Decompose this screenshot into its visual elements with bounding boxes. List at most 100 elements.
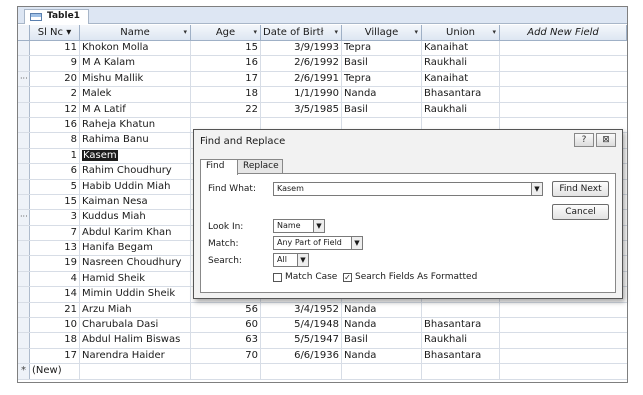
column-header-name[interactable]: Name ▾ (80, 25, 191, 40)
sl-no-cell[interactable]: 14 (30, 287, 80, 302)
sl-no-cell[interactable]: 18 (30, 333, 80, 348)
table-row[interactable]: 10 Charubala Dasi 60 5/4/1948 Nanda Bhasantar… (18, 318, 627, 334)
union-cell[interactable]: Kanaihat (422, 71, 500, 87)
match-select[interactable]: Any Part of Field ▼ (273, 236, 363, 250)
record-selector[interactable] (18, 318, 30, 333)
dob-cell[interactable]: 3/9/1993 (261, 41, 342, 56)
tab-replace[interactable]: Replace (237, 159, 283, 174)
table-row[interactable]: 17 Narendra Haider 70 6/6/1936 Nanda Bhasanta… (18, 348, 627, 365)
record-selector[interactable] (18, 256, 30, 271)
sl-no-cell[interactable]: 15 (30, 194, 80, 210)
table-row[interactable]: 9M A Kalam 16 2/6/1992 Basil Raukhali (18, 56, 627, 72)
record-selector[interactable] (18, 117, 30, 133)
name-cell[interactable]: Kasem (80, 148, 191, 164)
sort-arrow-icon[interactable]: ▾ (492, 25, 496, 40)
union-cell[interactable]: Bhasantara (422, 318, 500, 333)
sl-no-cell[interactable]: 2 (30, 87, 80, 102)
sort-arrow-icon[interactable]: ▾ (253, 25, 257, 40)
sl-no-cell[interactable]: 19 (30, 256, 80, 271)
name-cell[interactable]: Rahima Banu (80, 133, 191, 148)
sort-arrow-icon[interactable]: ▾ (414, 25, 418, 40)
sl-no-cell[interactable]: 16 (30, 117, 80, 133)
dob-cell[interactable]: 3/4/1952 (261, 302, 342, 318)
age-cell[interactable]: 18 (191, 87, 261, 102)
sl-no-cell[interactable]: 13 (30, 241, 80, 256)
sort-arrow-icon[interactable]: ▾ (334, 25, 338, 40)
record-selector[interactable] (18, 164, 30, 179)
sl-no-cell[interactable]: 20 (30, 71, 80, 87)
sl-no-cell[interactable]: 5 (30, 179, 80, 194)
sl-no-cell[interactable]: 9 (30, 56, 80, 71)
record-selector[interactable] (18, 333, 30, 348)
sort-arrow-icon[interactable]: ▾ (66, 27, 71, 38)
name-cell[interactable]: Mimin Uddin Sheik (80, 287, 191, 302)
find-what-input[interactable]: Kasem ▼ (273, 182, 543, 196)
union-cell[interactable]: Raukhali (422, 102, 500, 117)
record-selector[interactable] (18, 194, 30, 210)
union-cell[interactable]: Raukhali (422, 333, 500, 348)
chevron-down-icon[interactable]: ▼ (531, 183, 542, 195)
new-record-row[interactable]: * (New) (18, 364, 627, 380)
name-cell[interactable]: Raheja Khatun (80, 117, 191, 133)
dob-cell[interactable] (261, 364, 342, 379)
close-icon[interactable]: ⊠ (596, 133, 616, 147)
column-header-dob[interactable]: Date of Birtł ▾ (261, 25, 342, 40)
record-selector[interactable] (18, 133, 30, 148)
table-row[interactable]: 2 Malek 18 1/1/1990 Nanda Bhasantara (18, 87, 627, 103)
dob-cell[interactable]: 5/4/1948 (261, 318, 342, 333)
dob-cell[interactable]: 3/5/1985 (261, 102, 342, 117)
union-cell[interactable]: Bhasantara (422, 87, 500, 102)
search-select[interactable]: All ▼ (273, 253, 309, 267)
look-in-select[interactable]: Name ▼ (273, 219, 325, 233)
union-cell[interactable]: Bhasantara (422, 348, 500, 364)
add-field-cell[interactable] (500, 103, 627, 117)
name-cell[interactable]: Rahim Choudhury (80, 164, 191, 179)
name-cell[interactable]: Kaiman Nesa (80, 194, 191, 210)
add-field-cell[interactable] (500, 349, 627, 363)
sl-no-cell[interactable]: 10 (30, 318, 80, 333)
name-cell[interactable]: Kuddus Miah (80, 210, 191, 225)
column-header-add-new-field[interactable]: Add New Field (500, 25, 627, 40)
union-cell[interactable]: Raukhali (422, 56, 500, 71)
village-cell[interactable]: Basil (342, 56, 422, 71)
add-field-cell[interactable] (500, 87, 627, 101)
record-selector[interactable] (18, 102, 30, 117)
age-cell[interactable]: 56 (191, 302, 261, 318)
union-cell[interactable] (422, 364, 500, 379)
age-cell[interactable]: 17 (191, 71, 261, 87)
name-cell[interactable]: Mishu Mallik (80, 71, 191, 87)
sl-no-cell[interactable]: 17 (30, 348, 80, 364)
village-cell[interactable]: Nanda (342, 302, 422, 318)
add-field-cell[interactable] (500, 364, 627, 378)
dob-cell[interactable]: 6/6/1936 (261, 348, 342, 364)
age-cell[interactable]: 15 (191, 41, 261, 56)
sl-no-cell[interactable]: 8 (30, 133, 80, 148)
village-cell[interactable]: Basil (342, 333, 422, 348)
name-cell[interactable]: Arzu Miah (80, 302, 191, 318)
column-header-union[interactable]: Union ▾ (422, 25, 500, 40)
table-row[interactable]: 21 Arzu Miah 56 3/4/1952 Nanda (18, 302, 627, 319)
name-cell[interactable]: Khokon Molla (80, 41, 191, 56)
dob-cell[interactable]: 2/6/1991 (261, 71, 342, 87)
record-selector[interactable] (18, 302, 30, 318)
table-tab[interactable]: Table1 (24, 9, 89, 24)
find-next-button[interactable]: Find Next (552, 181, 609, 197)
sl-no-cell[interactable]: 4 (30, 271, 80, 287)
help-icon[interactable]: ? (574, 133, 594, 147)
sl-no-cell[interactable]: 3 (30, 210, 80, 225)
chevron-down-icon[interactable]: ▼ (351, 237, 362, 249)
table-row[interactable]: 11 Khokon Molla 15 3/9/1993 Tepra Kanaihat (18, 41, 627, 57)
name-cell[interactable]: Abdul Halim Biswas (80, 333, 191, 348)
age-cell[interactable]: 63 (191, 333, 261, 348)
age-cell[interactable]: 16 (191, 56, 261, 71)
village-cell[interactable]: Basil (342, 102, 422, 117)
record-selector[interactable] (18, 348, 30, 364)
select-all-corner[interactable] (18, 25, 30, 40)
sort-arrow-icon[interactable]: ▾ (183, 25, 187, 40)
name-cell[interactable]: Hamid Sheik (80, 271, 191, 287)
village-cell[interactable]: Nanda (342, 87, 422, 102)
sl-no-cell[interactable]: 21 (30, 302, 80, 318)
sl-no-cell[interactable]: 7 (30, 225, 80, 241)
record-selector[interactable]: ··· (18, 210, 30, 225)
name-cell[interactable]: M A Kalam (80, 56, 191, 71)
